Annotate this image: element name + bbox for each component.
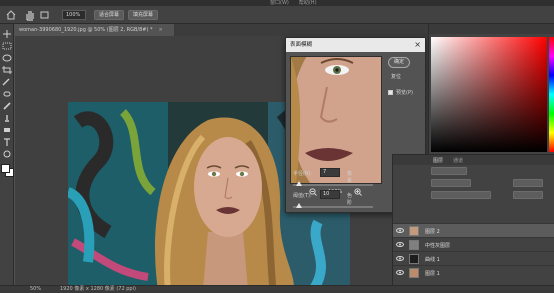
- layers-panel: 图层 通道 图层 2 中性灰图层 曲线 1 图层 1: [392, 154, 554, 285]
- tab-channels[interactable]: 通道: [453, 157, 463, 164]
- layer-controls: [393, 165, 554, 223]
- radius-input[interactable]: 7: [320, 168, 340, 177]
- dialog-title: 表面模糊: [286, 38, 425, 52]
- close-icon[interactable]: ×: [414, 38, 421, 52]
- healing-tool-icon[interactable]: [2, 90, 12, 98]
- radius-slider-thumb[interactable]: [296, 181, 302, 186]
- fill-field[interactable]: [513, 191, 543, 199]
- tools-panel: [0, 24, 14, 285]
- hue-slider[interactable]: [549, 37, 554, 152]
- layer-name: 图层 2: [425, 229, 440, 235]
- layer-name: 图层 1: [425, 271, 440, 277]
- hand-tool-icon[interactable]: [2, 150, 12, 158]
- radius-slider[interactable]: [293, 181, 373, 186]
- radius-unit: 像素: [347, 171, 353, 184]
- hand-icon[interactable]: [24, 9, 36, 21]
- document-title: woman-3990680_1920.jpg @ 50% (图层 2, RGB/…: [19, 27, 153, 33]
- status-zoom[interactable]: 50%: [30, 286, 41, 293]
- text-tool-icon[interactable]: [2, 138, 12, 146]
- stamp-tool-icon[interactable]: [2, 114, 12, 122]
- marquee-tool-icon[interactable]: [2, 42, 12, 50]
- brush-tool-icon[interactable]: [2, 102, 12, 110]
- eraser-tool-icon[interactable]: [2, 126, 12, 134]
- blend-mode-dropdown[interactable]: [431, 179, 471, 187]
- layer-thumbnail: [409, 254, 419, 264]
- opacity-field[interactable]: [513, 179, 543, 187]
- zoom-in-icon[interactable]: [354, 188, 362, 196]
- status-doc-info: 1920 像素 x 1280 像素 (72 ppi): [60, 286, 136, 292]
- radius-label: 半径(R):: [293, 171, 313, 177]
- zoom-icon[interactable]: [40, 10, 50, 20]
- eye-icon[interactable]: [396, 255, 404, 262]
- fill-screen-button[interactable]: 填充屏幕: [128, 10, 158, 20]
- layer-thumbnail: [409, 240, 419, 250]
- layer-filter-dropdown[interactable]: [431, 167, 467, 175]
- layer-row[interactable]: 曲线 1: [393, 251, 554, 265]
- threshold-slider-thumb[interactable]: [296, 203, 302, 208]
- filter-preview[interactable]: [290, 56, 382, 184]
- options-bar: 100% 适合屏幕 填充屏幕: [0, 6, 554, 24]
- threshold-unit: 色阶: [347, 193, 353, 206]
- layer-row[interactable]: 图层 1: [393, 265, 554, 279]
- home-icon[interactable]: [6, 10, 16, 20]
- lock-controls[interactable]: [431, 191, 491, 199]
- color-panel: [428, 24, 554, 154]
- ok-button[interactable]: 确定: [388, 57, 410, 68]
- layers-panel-tabs: 图层 通道: [393, 155, 554, 165]
- color-panel-tabs: [429, 24, 554, 34]
- eyedropper-tool-icon[interactable]: [2, 78, 12, 86]
- layer-name: 中性灰图层: [425, 243, 451, 249]
- move-tool-icon[interactable]: [2, 30, 12, 38]
- lasso-tool-icon[interactable]: [2, 54, 12, 62]
- layer-thumbnail: [409, 268, 419, 278]
- preview-label: 预览(P): [396, 90, 413, 96]
- eye-icon[interactable]: [396, 241, 404, 248]
- fit-screen-button[interactable]: 适合屏幕: [94, 10, 124, 20]
- color-picker-field[interactable]: [431, 37, 547, 152]
- reset-button[interactable]: 复位: [391, 73, 401, 80]
- eye-icon[interactable]: [396, 227, 404, 234]
- foreground-color-swatch[interactable]: [1, 164, 10, 173]
- close-icon[interactable]: ×: [159, 27, 163, 33]
- threshold-input[interactable]: 10: [320, 190, 340, 199]
- layer-thumbnail: [409, 226, 419, 236]
- threshold-label: 阈值(T):: [293, 193, 312, 199]
- crop-tool-icon[interactable]: [2, 66, 12, 74]
- eye-icon[interactable]: [396, 269, 404, 276]
- layer-row[interactable]: 图层 2: [393, 223, 554, 237]
- layer-name: 曲线 1: [425, 257, 440, 263]
- threshold-slider[interactable]: [293, 203, 373, 208]
- document-tab[interactable]: woman-3990680_1920.jpg @ 50% (图层 2, RGB/…: [15, 24, 175, 36]
- status-bar: 50% 1920 像素 x 1280 像素 (72 ppi): [0, 285, 554, 293]
- preview-checkbox[interactable]: [388, 90, 393, 95]
- tab-layers[interactable]: 图层: [433, 157, 443, 164]
- zoom-field[interactable]: 100%: [62, 10, 86, 20]
- layer-row[interactable]: 中性灰图层: [393, 237, 554, 251]
